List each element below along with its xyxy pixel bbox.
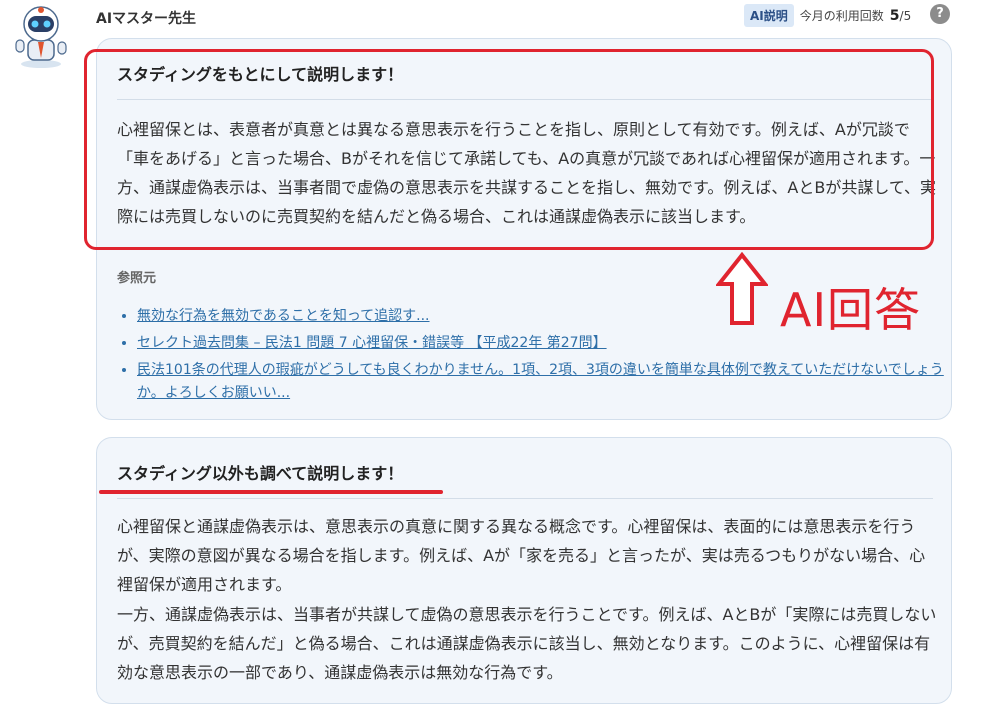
- robot-avatar: [15, 6, 67, 68]
- usage-indicator: AI説明 今月の利用回数 5/5: [744, 4, 911, 27]
- highlight-underline: [99, 490, 443, 494]
- usage-count: 5: [889, 7, 900, 24]
- reference-link[interactable]: 民法101条の代理人の瑕疵がどうしても良くわかりません。1項、2項、3項の違いを…: [137, 362, 944, 401]
- help-icon[interactable]: ?: [930, 4, 950, 24]
- highlight-box: [84, 49, 934, 250]
- references-label: 参照元: [117, 271, 157, 286]
- answer-text: 一方、通謀虚偽表示は、当事者が共謀して虚偽の意思表示を行うことです。例えば、Aと…: [117, 605, 937, 682]
- reference-link[interactable]: セレクト過去問集 – 民法1 問題 7 心裡留保・錯誤等 【平成22年 第27問…: [137, 335, 607, 351]
- card-title: スタディング以外も調べて説明します！: [117, 464, 404, 483]
- usage-total: /5: [899, 8, 912, 23]
- answer-text: 心裡留保と通謀虚偽表示は、意思表示の真意に関する異なる概念です。心裡留保は、表面…: [117, 517, 926, 594]
- ai-answer-label: AI回答: [780, 283, 922, 337]
- reference-link[interactable]: 無効な行為を無効であることを知って追認す...: [137, 308, 430, 324]
- assistant-name: AIマスター先生: [96, 11, 197, 27]
- usage-label: 今月の利用回数: [799, 9, 884, 23]
- up-arrow-icon: [716, 252, 768, 325]
- reference-item: 民法101条の代理人の瑕疵がどうしても良くわかりません。1項、2項、3項の違いを…: [137, 359, 949, 405]
- external-answer-card: スタディング以外も調べて説明します！ 心裡留保と通謀虚偽表示は、意思表示の真意に…: [96, 437, 952, 704]
- divider: [117, 498, 933, 499]
- ai-explanation-badge: AI説明: [744, 4, 794, 27]
